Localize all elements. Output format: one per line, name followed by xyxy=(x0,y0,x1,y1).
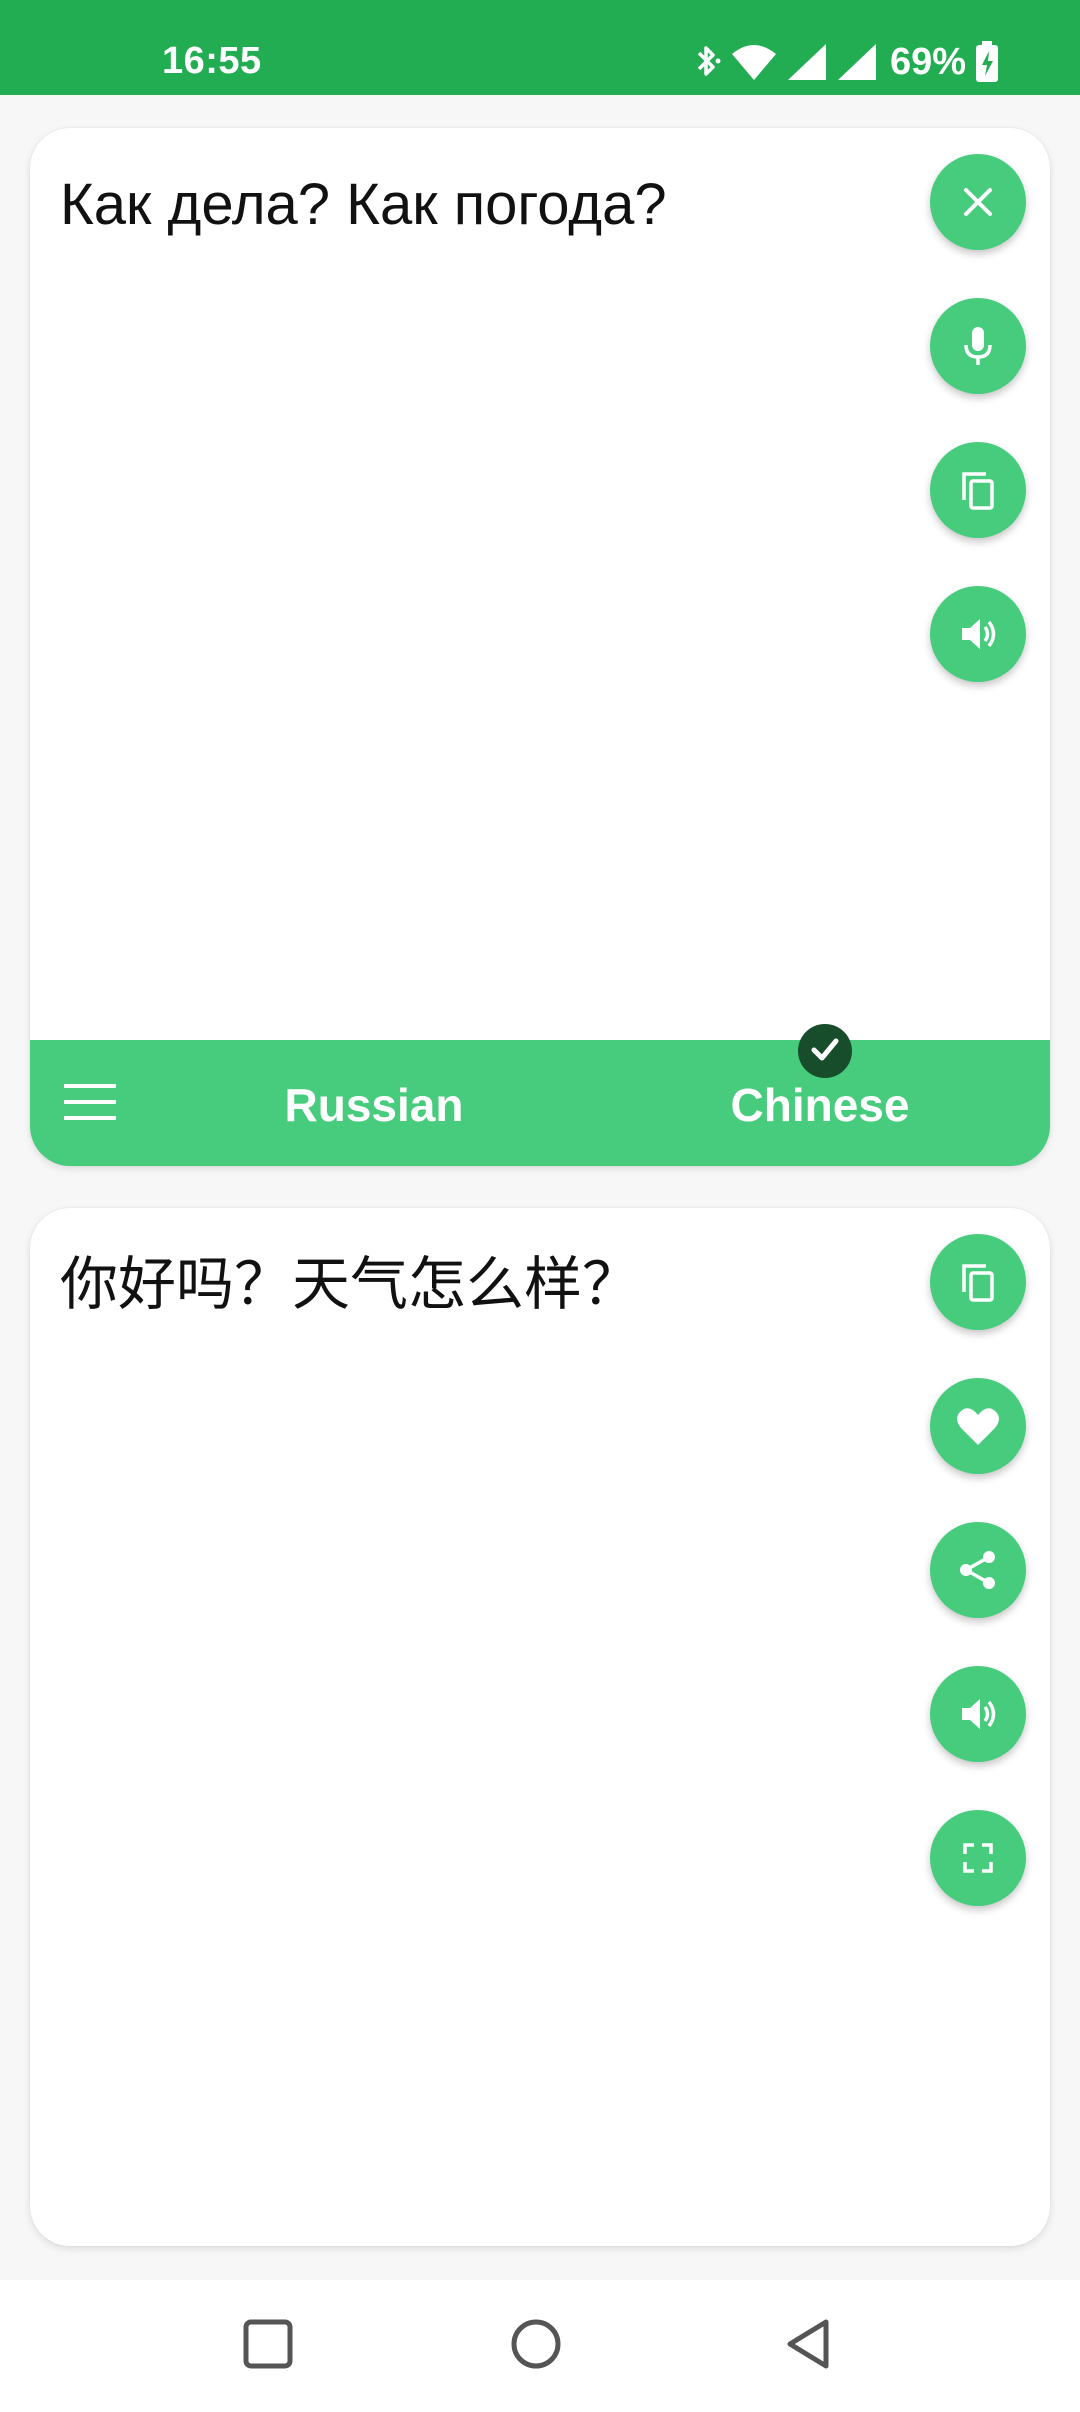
source-text[interactable]: Как дела? Как погода? xyxy=(60,170,667,240)
speaker-icon xyxy=(956,612,1000,656)
close-icon xyxy=(958,182,998,222)
back-button[interactable] xyxy=(780,2318,836,2374)
translated-text: 你好吗？天气怎么样？ xyxy=(60,1250,641,1318)
copy-source-button[interactable] xyxy=(930,442,1026,538)
signal-icon xyxy=(786,42,828,82)
status-time: 16:55 xyxy=(162,40,262,82)
microphone-icon xyxy=(958,324,998,368)
speaker-icon xyxy=(956,1692,1000,1736)
speak-source-button[interactable] xyxy=(930,586,1026,682)
status-bar: 16:55 69% xyxy=(0,0,1080,95)
language-bar: Russian Chinese xyxy=(30,1040,1050,1166)
home-button[interactable] xyxy=(508,2318,564,2374)
copy-icon xyxy=(956,1260,1000,1304)
heart-icon xyxy=(955,1405,1001,1447)
home-circle-icon xyxy=(508,2316,564,2377)
back-triangle-icon xyxy=(782,2316,834,2377)
favorite-button[interactable] xyxy=(930,1378,1026,1474)
source-card: Как дела? Как погода? Russian Chinese xyxy=(30,128,1050,1166)
target-card: 你好吗？天气怎么样？ xyxy=(30,1208,1050,2246)
source-language-button[interactable]: Russian xyxy=(224,1078,524,1132)
menu-icon[interactable] xyxy=(62,1082,118,1122)
bluetooth-icon xyxy=(692,42,722,82)
copy-translation-button[interactable] xyxy=(930,1234,1026,1330)
wifi-icon xyxy=(730,42,778,82)
clear-button[interactable] xyxy=(930,154,1026,250)
copy-icon xyxy=(956,468,1000,512)
status-icons: 69% xyxy=(692,38,1000,86)
recents-square-icon xyxy=(242,2318,294,2375)
battery-percentage: 69% xyxy=(889,40,966,83)
recents-button[interactable] xyxy=(240,2318,296,2374)
fullscreen-icon xyxy=(958,1838,998,1878)
target-language-button[interactable]: Chinese xyxy=(670,1078,970,1132)
voice-input-button[interactable] xyxy=(930,298,1026,394)
share-icon xyxy=(956,1548,1000,1592)
fullscreen-button[interactable] xyxy=(930,1810,1026,1906)
check-icon xyxy=(808,1032,842,1071)
share-button[interactable] xyxy=(930,1522,1026,1618)
battery-charging-icon xyxy=(974,41,1000,83)
signal-icon xyxy=(836,42,878,82)
selected-language-badge xyxy=(798,1024,852,1078)
navigation-bar xyxy=(0,2280,1080,2412)
speak-translation-button[interactable] xyxy=(930,1666,1026,1762)
